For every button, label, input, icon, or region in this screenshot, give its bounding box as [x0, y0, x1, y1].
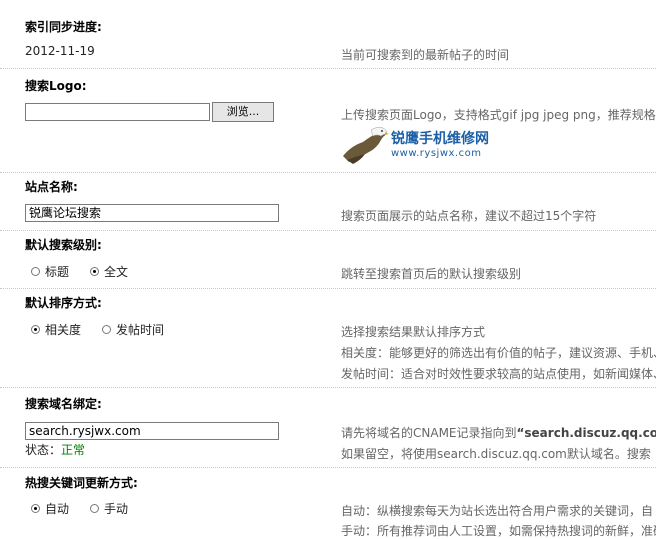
divider [0, 467, 656, 468]
radio-level-fulltext[interactable]: 全文 [90, 263, 128, 280]
site-name-input[interactable]: 锐鹰论坛搜索 [25, 204, 279, 222]
domain-bind-title: 搜索域名绑定: [25, 397, 102, 411]
sync-progress-title: 索引同步进度: [25, 20, 102, 34]
radio-label: 相关度 [45, 323, 82, 337]
domain-desc-prefix: 请先将域名的CNAME记录指向到 [341, 426, 517, 440]
site-name-title: 站点名称: [25, 180, 78, 194]
radio-label: 全文 [104, 265, 129, 279]
divider [0, 288, 656, 289]
default-level-title: 默认搜索级别: [25, 238, 102, 252]
sync-progress-value: 2012-11-19 [25, 44, 95, 58]
browse-button[interactable]: 浏览... [212, 102, 274, 122]
domain-bind-desc-2: 如果留空，将使用search.discuz.qq.com默认域名。搜索 [341, 447, 651, 461]
radio-hot-auto[interactable]: 自动 [31, 500, 69, 517]
radio-label: 发帖时间 [116, 323, 165, 337]
radio-label: 标题 [45, 265, 70, 279]
search-logo-title: 搜索Logo: [25, 79, 87, 93]
default-sort-title: 默认排序方式: [25, 296, 102, 310]
divider [0, 230, 656, 231]
radio-circle[interactable] [102, 325, 111, 334]
default-level-desc: 跳转至搜索首页后的默认搜索级别 [341, 267, 522, 281]
logo-file-input[interactable] [25, 103, 210, 121]
radio-circle-selected[interactable] [90, 267, 99, 276]
domain-status: 状态：正常 [25, 441, 85, 458]
search-logo-desc: 上传搜索页面Logo，支持格式gif jpg jpeg png，推荐规格 [341, 108, 656, 122]
logo-url-text: www.rysjwx.com [391, 148, 482, 159]
hot-update-title: 热搜关键词更新方式: [25, 476, 138, 490]
eagle-icon [343, 127, 389, 164]
radio-level-title[interactable]: 标题 [31, 263, 69, 280]
logo-title-text: 锐鹰手机维修网 [391, 131, 489, 147]
default-sort-desc-1: 选择搜索结果默认排序方式 [341, 325, 486, 339]
radio-hot-manual[interactable]: 手动 [90, 500, 128, 517]
radio-sort-time[interactable]: 发帖时间 [102, 321, 164, 338]
status-badge: 正常 [61, 443, 86, 457]
site-logo-image: 锐鹰手机维修网 www.rysjwx.com [341, 126, 501, 166]
domain-input[interactable]: search.rysjwx.com [25, 422, 279, 440]
radio-label: 自动 [45, 502, 70, 516]
radio-circle[interactable] [31, 267, 40, 276]
default-sort-desc-2: 相关度：能够更好的筛选出有价值的帖子，建议资源、手机、 [341, 346, 656, 360]
domain-bind-desc-1: 请先将域名的CNAME记录指向到“search.discuz.qq.co [341, 424, 656, 441]
radio-circle-selected[interactable] [31, 504, 40, 513]
status-label: 状态： [25, 443, 62, 457]
divider [0, 387, 656, 388]
divider [0, 172, 656, 173]
cname-domain: “search.discuz.qq.co [516, 426, 656, 440]
default-sort-desc-3: 发帖时间：适合对时效性要求较高的站点使用，如新闻媒体、 [341, 367, 656, 381]
radio-sort-relevance[interactable]: 相关度 [31, 321, 81, 338]
radio-circle[interactable] [90, 504, 99, 513]
radio-label: 手动 [104, 502, 129, 516]
sync-progress-desc: 当前可搜索到的最新帖子的时间 [341, 48, 510, 62]
radio-circle-selected[interactable] [31, 325, 40, 334]
site-name-desc: 搜索页面展示的站点名称，建议不超过15个字符 [341, 209, 597, 223]
divider [0, 68, 656, 69]
hot-update-desc-1: 自动：纵横搜索每天为站长选出符合用户需求的关键词，自 [341, 504, 654, 518]
